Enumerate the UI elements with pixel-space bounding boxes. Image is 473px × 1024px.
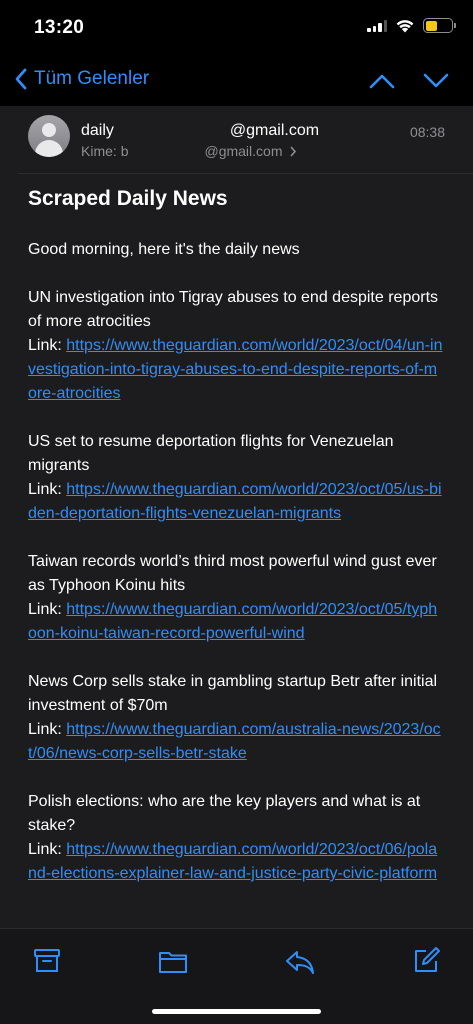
link-label: Link:	[28, 337, 62, 354]
sender-address[interactable]: daily @gmail.com	[81, 122, 319, 140]
wifi-icon	[396, 20, 414, 33]
news-link[interactable]: https://www.theguardian.com/world/2023/o…	[28, 337, 442, 402]
news-item: Polish elections: who are the key player…	[28, 790, 445, 886]
sender-name: daily	[81, 122, 114, 139]
news-title: Polish elections: who are the key player…	[28, 793, 421, 834]
chevron-right-icon	[290, 146, 297, 157]
link-label: Link:	[28, 841, 62, 858]
status-bar: 13:20	[0, 0, 473, 56]
link-label: Link:	[28, 601, 62, 618]
news-title: UN investigation into Tigray abuses to e…	[28, 289, 439, 330]
recipient-domain: @gmail.com	[204, 143, 283, 159]
previous-message-chevron-up-icon[interactable]	[369, 68, 395, 94]
cellular-signal-icon	[367, 19, 387, 32]
message-navigation	[369, 68, 449, 94]
news-link[interactable]: https://www.theguardian.com/world/2023/o…	[28, 601, 437, 642]
news-item: News Corp sells stake in gambling startu…	[28, 670, 445, 766]
news-link[interactable]: https://www.theguardian.com/australia-ne…	[28, 721, 441, 762]
recipient-line[interactable]: Kime: b @gmail.com	[81, 143, 297, 159]
received-time: 08:38	[409, 124, 445, 140]
news-link[interactable]: https://www.theguardian.com/world/2023/o…	[28, 841, 437, 882]
recipient-prefix: b	[120, 143, 129, 159]
folder-icon[interactable]	[158, 946, 188, 976]
back-label: Tüm Gelenler	[34, 68, 150, 89]
news-title: News Corp sells stake in gambling startu…	[28, 673, 438, 714]
link-label: Link:	[28, 721, 62, 738]
home-indicator[interactable]	[152, 1009, 321, 1014]
sender-avatar[interactable]	[28, 115, 70, 157]
mail-content: daily @gmail.com Kime: b @gmail.com 08:38 …	[0, 106, 473, 928]
next-message-chevron-down-icon[interactable]	[423, 68, 449, 94]
news-item: UN investigation into Tigray abuses to e…	[28, 286, 445, 406]
reply-icon[interactable]	[285, 946, 315, 976]
mail-subject: Scraped Daily News	[28, 187, 228, 210]
greeting-text: Good morning, here it's the daily news	[28, 241, 300, 258]
mail-body: Scraped Daily News Good morning, here it…	[0, 174, 473, 886]
sender-domain: @gmail.com	[229, 122, 320, 139]
compose-icon[interactable]	[411, 946, 441, 976]
back-button[interactable]: Tüm Gelenler	[14, 67, 149, 91]
link-label: Link:	[28, 481, 62, 498]
news-link[interactable]: https://www.theguardian.com/world/2023/o…	[28, 481, 442, 522]
mail-header: daily @gmail.com Kime: b @gmail.com 08:38	[18, 106, 473, 174]
news-title: Taiwan records world’s third most powerf…	[28, 553, 437, 594]
news-item: US set to resume deportation flights for…	[28, 430, 445, 526]
battery-icon	[423, 18, 456, 33]
to-label: Kime:	[81, 143, 117, 159]
nav-bar: Tüm Gelenler	[0, 56, 473, 106]
archive-icon[interactable]	[32, 946, 62, 976]
chevron-left-icon	[15, 68, 27, 90]
news-title: US set to resume deportation flights for…	[28, 433, 394, 474]
status-icons	[367, 18, 456, 33]
status-time: 13:20	[34, 17, 85, 38]
news-item: Taiwan records world’s third most powerf…	[28, 550, 445, 646]
